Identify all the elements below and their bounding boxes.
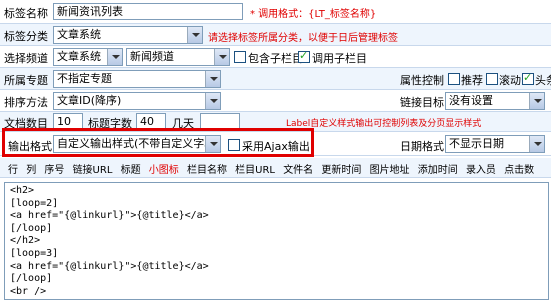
chevron-down-icon (205, 93, 220, 109)
call-sub-label: 调用子栏目 (312, 52, 367, 65)
tag-row[interactable]: 行 (8, 165, 18, 176)
scroll-checkbox[interactable] (486, 73, 498, 85)
column-value: 新闻频道 (130, 50, 174, 63)
date-label: 日期格式 (400, 140, 444, 153)
special-value: 不指定专题 (57, 72, 112, 85)
special-label: 所属专题 (4, 74, 48, 87)
sort-value: 文章ID(降序) (57, 94, 122, 107)
channel-value: 文章系统 (57, 50, 101, 63)
tag-buttons: 行 列 序号 链接URL 标题 小图标 栏目名称 栏目URL 文件名 更新时间 … (8, 161, 539, 176)
tag-add-time[interactable]: 添加时间 (418, 165, 458, 176)
special-row: 所属专题 不指定专题 属性控制 推荐 滚动 头条 (0, 68, 551, 90)
chevron-down-icon (187, 27, 202, 43)
sort-label: 排序方法 (4, 96, 48, 109)
chevron-down-icon (529, 93, 544, 109)
tag-col[interactable]: 列 (26, 165, 36, 176)
name-hint: * 调用格式：{LT_标签名称} (250, 9, 377, 20)
name-label: 标签名称 (4, 7, 48, 20)
tag-update-time[interactable]: 更新时间 (321, 165, 361, 176)
call-sub-checkbox[interactable] (298, 49, 310, 63)
highlight-box (2, 128, 314, 157)
sort-row: 排序方法 文章ID(降序) 链接目标 没有设置 (0, 90, 551, 112)
channel-label: 选择频道 (4, 52, 48, 65)
sort-select[interactable]: 文章ID(降序) (53, 92, 221, 110)
chevron-down-icon (529, 136, 544, 152)
tag-column-name[interactable]: 栏目名称 (187, 165, 227, 176)
tag-inputer[interactable]: 录入员 (466, 165, 496, 176)
template-line: [/loop] (10, 222, 53, 234)
tag-hits[interactable]: 点击数 (504, 165, 534, 176)
name-row: 标签名称 新闻资讯列表 * 调用格式：{LT_标签名称} (0, 0, 551, 24)
template-textarea[interactable]: <h2> [loop=2] <a href="{@linkurl}">{@title… (4, 182, 549, 300)
tag-filename[interactable]: 文件名 (283, 165, 313, 176)
category-value: 文章系统 (57, 28, 101, 41)
chevron-down-icon (107, 49, 122, 65)
chevron-down-icon (205, 71, 220, 87)
tag-small-icon[interactable]: 小图标 (149, 165, 179, 176)
date-select[interactable]: 不显示日期 (445, 135, 545, 153)
category-label: 标签分类 (4, 30, 48, 43)
headline-checkbox[interactable] (522, 71, 534, 85)
category-hint: 请选择标签所属分类，以便于日后管理标签 (208, 33, 398, 44)
special-select[interactable]: 不指定专题 (53, 70, 221, 88)
template-line: <a href="{@linkurl}">{@title}</a> (10, 210, 209, 222)
open-label: 链接目标 (400, 96, 444, 109)
custom-hint: Label自定义样式输出可控制列表及分页显示样式 (286, 119, 482, 129)
open-select[interactable]: 没有设置 (445, 92, 545, 110)
template-line: [loop=3] (10, 247, 59, 259)
include-sub-label: 包含子栏目 (248, 52, 303, 65)
headline-label: 头条 (535, 74, 551, 87)
open-value: 没有设置 (449, 94, 493, 107)
attr-label: 属性控制 (400, 74, 444, 87)
channel-row: 选择频道 文章系统 新闻频道 包含子栏目 调用子栏目 (0, 46, 551, 68)
template-line: </h2> (10, 235, 41, 247)
category-row: 标签分类 文章系统 请选择标签所属分类，以便于日后管理标签 (0, 24, 551, 46)
tag-image-url[interactable]: 图片地址 (370, 165, 410, 176)
recommend-label: 推荐 (461, 74, 483, 87)
template-line: <a href="{@linkurl}">{@title}</a> (10, 260, 209, 272)
template-line: [/loop] (10, 273, 53, 285)
template-line: [loop=2] (10, 197, 59, 209)
template-line: <h2> (10, 185, 35, 196)
name-input[interactable]: 新闻资讯列表 (53, 3, 243, 20)
recommend-checkbox[interactable] (448, 73, 460, 85)
tag-linkurl[interactable]: 链接URL (73, 165, 113, 176)
include-sub-checkbox[interactable] (234, 51, 246, 63)
template-line: <br /> (10, 285, 47, 297)
date-value: 不显示日期 (449, 137, 504, 150)
category-select[interactable]: 文章系统 (53, 26, 203, 44)
chevron-down-icon (214, 49, 229, 65)
tags-row: 行 列 序号 链接URL 标题 小图标 栏目名称 栏目URL 文件名 更新时间 … (0, 158, 551, 178)
channel-select[interactable]: 文章系统 (53, 48, 123, 66)
tag-index[interactable]: 序号 (44, 165, 64, 176)
tag-title[interactable]: 标题 (121, 165, 141, 176)
scroll-label: 滚动 (499, 74, 521, 87)
tag-column-url[interactable]: 栏目URL (235, 165, 275, 176)
column-select[interactable]: 新闻频道 (126, 48, 230, 66)
